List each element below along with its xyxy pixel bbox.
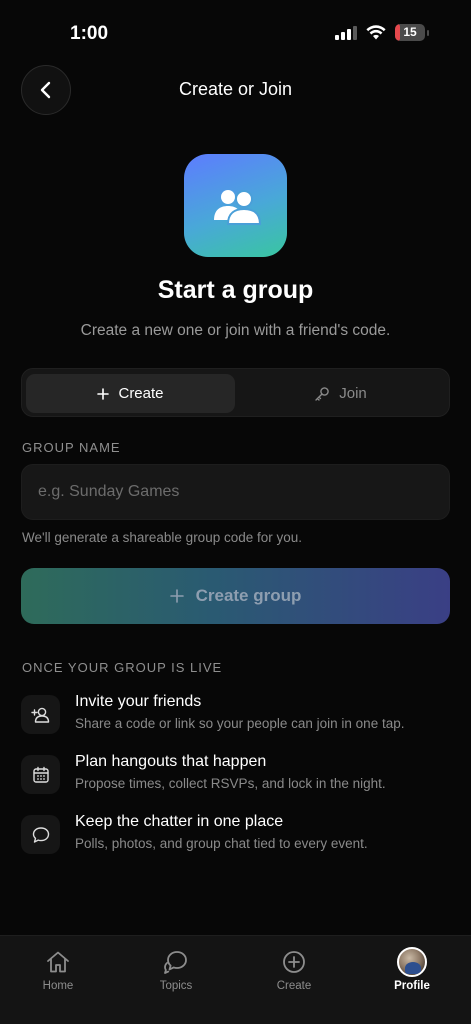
mode-switch: Create Join	[21, 368, 450, 417]
create-group-button[interactable]: Create group	[21, 568, 450, 624]
feature-desc: Propose times, collect RSVPs, and lock i…	[75, 776, 386, 791]
plus-icon	[169, 589, 184, 603]
tab-create[interactable]: Create	[26, 374, 235, 413]
cellular-signal-icon	[335, 25, 357, 40]
tab-home-label: Home	[42, 980, 74, 992]
feature-title: Invite your friends	[75, 693, 202, 710]
hero-subtitle: Create a new one or join with a friend's…	[80, 322, 391, 339]
group-name-label: GROUP NAME	[22, 440, 121, 455]
wifi-icon	[366, 25, 386, 40]
group-name-helper: We'll generate a shareable group code fo…	[22, 530, 303, 545]
status-bar: 1:00 15	[0, 0, 471, 62]
feature-title: Plan hangouts that happen	[75, 753, 267, 770]
feature-desc: Polls, photos, and group chat tied to ev…	[75, 836, 368, 851]
tab-profile[interactable]: Profile	[367, 946, 457, 1006]
tab-create[interactable]: Create	[249, 946, 339, 1006]
battery-level: 15	[403, 25, 417, 39]
feature-item: Plan hangouts that happen Propose times,…	[21, 753, 451, 801]
calendar-icon	[21, 755, 60, 794]
tab-home[interactable]: Home	[13, 946, 103, 1006]
tab-topics-label: Topics	[159, 980, 193, 992]
hero-title: Start a group	[157, 276, 314, 304]
page-title: Create or Join	[178, 79, 293, 99]
feature-title: Keep the chatter in one place	[75, 813, 284, 830]
create-group-label: Create group	[195, 586, 302, 605]
add-person-icon	[21, 695, 60, 734]
battery-icon: 15	[395, 24, 429, 41]
avatar	[397, 947, 427, 977]
group-name-input[interactable]	[21, 464, 450, 520]
status-icons: 15	[335, 24, 429, 41]
tab-join-label: Join	[339, 385, 367, 402]
tab-create-label: Create	[118, 385, 164, 402]
plus-icon	[97, 387, 110, 400]
bottom-tab-bar: Home Topics Create Profile	[0, 935, 471, 1024]
key-icon	[315, 386, 330, 401]
tab-topics[interactable]: Topics	[131, 946, 221, 1006]
feature-item: Keep the chatter in one place Polls, pho…	[21, 813, 451, 861]
feature-item: Invite your friends Share a code or link…	[21, 693, 451, 741]
home-icon	[47, 951, 69, 973]
tab-profile-label: Profile	[394, 980, 430, 992]
tab-join[interactable]: Join	[236, 374, 445, 413]
chat-bubble-icon	[21, 815, 60, 854]
status-time: 1:00	[70, 23, 109, 44]
group-icon	[184, 154, 287, 257]
feature-desc: Share a code or link so your people can …	[75, 716, 405, 731]
features-heading: ONCE YOUR GROUP IS LIVE	[22, 660, 223, 675]
topics-icon	[164, 951, 187, 974]
plus-circle-icon	[283, 951, 305, 973]
tab-create-label: Create	[276, 980, 312, 992]
